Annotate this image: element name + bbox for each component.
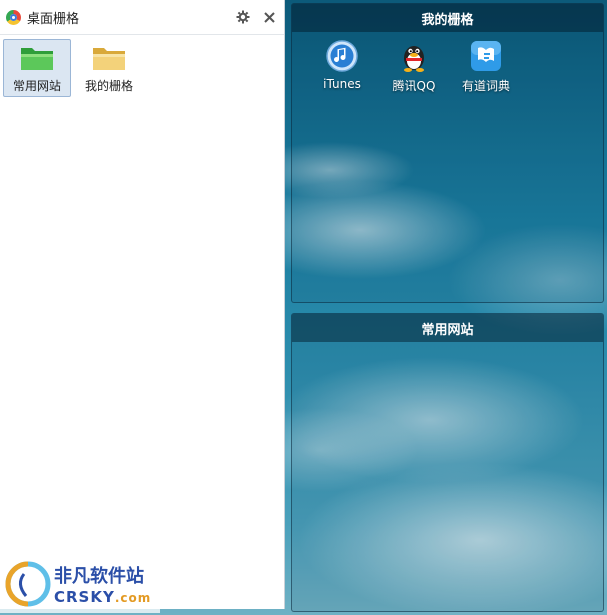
folder-item-my-grid[interactable]: 我的栅格 bbox=[75, 39, 143, 97]
yellow-folder-icon bbox=[93, 48, 125, 70]
fence-manager-panel: 桌面栅格 常用网站 我的栅格 bbox=[0, 0, 285, 609]
panel-header: 桌面栅格 bbox=[0, 0, 284, 35]
grid-title[interactable]: 我的栅格 bbox=[292, 4, 603, 32]
grid-box-common-sites[interactable]: 常用网站 bbox=[291, 313, 604, 612]
folder-label: 常用网站 bbox=[12, 79, 61, 93]
app-list: iTunes 腾讯QQ 有道词典 bbox=[292, 32, 603, 94]
folder-list: 常用网站 我的栅格 bbox=[0, 35, 284, 101]
folder-item-common-sites[interactable]: 常用网站 bbox=[3, 39, 71, 97]
watermark-en: CRSKY.com bbox=[54, 588, 152, 606]
youdao-dict-icon bbox=[471, 41, 501, 71]
close-icon[interactable] bbox=[260, 8, 278, 26]
gear-icon[interactable] bbox=[234, 8, 252, 26]
watermark-cn: 非凡软件站 bbox=[54, 566, 144, 587]
app-label: iTunes bbox=[323, 77, 361, 91]
crsky-logo-icon bbox=[5, 561, 51, 607]
watermark: 非凡软件站 CRSKY.com bbox=[0, 555, 160, 613]
app-itunes[interactable]: iTunes bbox=[306, 40, 378, 94]
qq-penguin-icon bbox=[404, 46, 424, 72]
app-label: 腾讯QQ bbox=[392, 79, 436, 93]
grid-box-my-grid[interactable]: 我的栅格 iTunes 腾讯QQ 有道词典 bbox=[291, 3, 604, 303]
folder-label: 我的栅格 bbox=[84, 79, 133, 93]
itunes-icon bbox=[326, 40, 358, 72]
app-label: 有道词典 bbox=[461, 79, 510, 93]
app-qq[interactable]: 腾讯QQ bbox=[378, 40, 450, 94]
app-logo-icon bbox=[6, 9, 21, 25]
grid-title[interactable]: 常用网站 bbox=[292, 314, 603, 342]
app-youdao[interactable]: 有道词典 bbox=[450, 40, 522, 94]
green-folder-icon bbox=[21, 48, 53, 70]
panel-title: 桌面栅格 bbox=[27, 11, 80, 27]
